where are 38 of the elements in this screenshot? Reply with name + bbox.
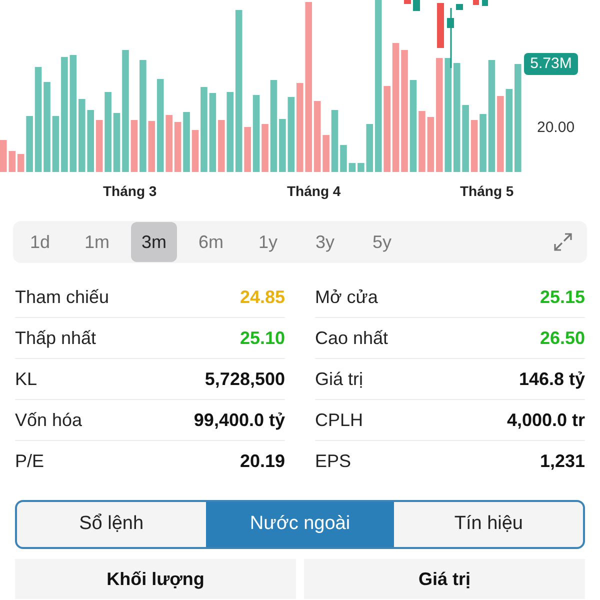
period-tab[interactable]: 1m	[74, 222, 120, 262]
period-tab[interactable]: 3m	[131, 222, 177, 262]
stat-value: 146.8 tỷ	[518, 368, 585, 391]
stat-value: 1,231	[540, 450, 585, 473]
stat-value: 99,400.0 tỷ	[194, 408, 285, 432]
stat-value: 4,000.0 tr	[506, 408, 585, 432]
segment-tab[interactable]: Sổ lệnh	[17, 502, 206, 547]
period-tab[interactable]: 1d	[17, 222, 63, 262]
month-label: Tháng 5	[460, 182, 514, 201]
stat-value: 25.15	[540, 286, 585, 308]
stat-label: Thấp nhất	[15, 326, 96, 350]
stat-label: Cao nhất	[315, 326, 388, 350]
column-header: Khối lượng	[15, 559, 296, 599]
period-tab[interactable]: 5y	[359, 222, 405, 262]
stat-label: EPS	[315, 450, 352, 473]
period-tab[interactable]: 1y	[245, 222, 291, 262]
column-header: Giá trị	[304, 559, 585, 599]
stat-label: KL	[15, 368, 38, 390]
month-label: Tháng 3	[103, 182, 157, 201]
period-tab[interactable]: 6m	[188, 222, 234, 262]
period-tab[interactable]: 3y	[302, 222, 348, 262]
stat-label: Vốn hóa	[15, 408, 82, 432]
segment-tab[interactable]: Tín hiệu	[394, 502, 583, 547]
stat-label: Tham chiếu	[15, 286, 110, 308]
month-label: Tháng 4	[287, 182, 341, 201]
stat-label: Mở cửa	[315, 286, 378, 308]
segment-tab[interactable]: Nước ngoài	[206, 502, 394, 547]
price-axis-label: 20.00	[537, 118, 575, 138]
stat-value: 25.10	[240, 326, 285, 350]
stat-value: 26.50	[540, 326, 585, 350]
volume-badge: 5.73M	[524, 53, 578, 75]
stat-value: 20.19	[240, 450, 285, 473]
stat-value: 5,728,500	[204, 368, 285, 390]
stat-label: CPLH	[315, 408, 364, 432]
stat-value: 24.85	[240, 286, 285, 308]
expand-icon[interactable]	[553, 232, 573, 252]
stat-label: P/E	[15, 450, 44, 473]
stat-label: Giá trị	[315, 368, 364, 390]
